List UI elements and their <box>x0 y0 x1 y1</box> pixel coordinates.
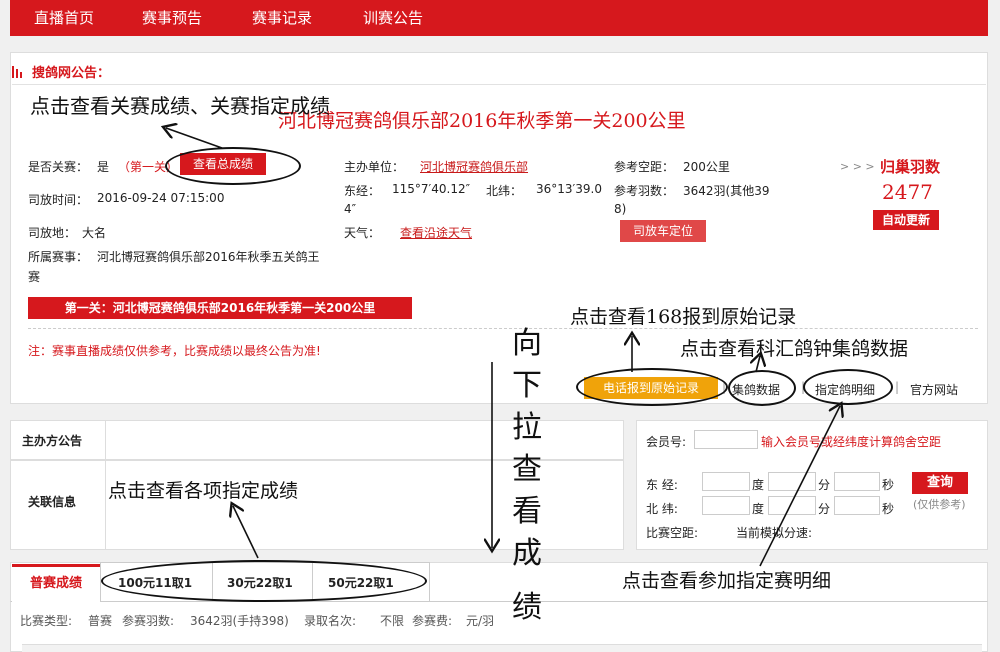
annotation-arrows <box>0 0 1000 567</box>
